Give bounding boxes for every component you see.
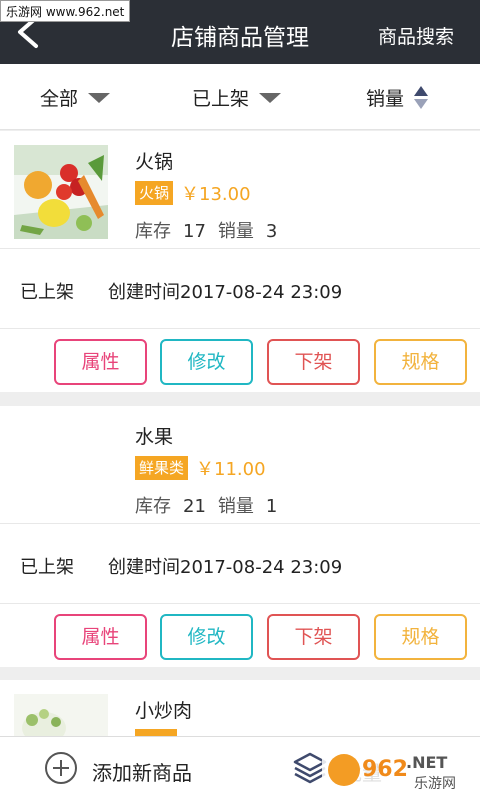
product-name: 水果 (135, 426, 174, 448)
specs-button[interactable]: 规格 (374, 614, 467, 660)
tag-row: 火锅 ￥13.00 (135, 180, 251, 206)
edit-button[interactable]: 修改 (160, 614, 253, 660)
product-thumbnail-dish (14, 694, 108, 736)
dropdown-arrow-icon (88, 92, 111, 103)
sales-value: 3 (265, 221, 278, 242)
sales-value: 1 (265, 496, 278, 517)
product-info[interactable]: 小炒肉 (0, 680, 480, 736)
tag-row-partial (135, 729, 177, 736)
bottom-toolbar: 添加新商品 批量 962 .NET 乐游网 (0, 736, 480, 800)
product-search-button[interactable]: 商品搜索 (378, 22, 454, 49)
listing-status: 已上架 (20, 282, 74, 303)
product-card: 小炒肉 (0, 680, 480, 736)
add-circle-icon[interactable] (44, 751, 78, 785)
tag-row: 鲜果类 ￥11.00 (135, 455, 266, 481)
status-row: 已上架 创建时间2017-08-24 23:09 (0, 249, 480, 329)
product-thumbnail-vegetables (14, 145, 108, 239)
created-time: 创建时间2017-08-24 23:09 (108, 282, 343, 303)
unlist-button[interactable]: 下架 (267, 614, 360, 660)
sort-by-sales[interactable]: 销量 (366, 84, 429, 111)
product-card: 火锅 火锅 ￥13.00 库存 17 销量 3 已上架 创建时间2017-08-24 … (0, 131, 480, 392)
sales-label: 销量 (217, 496, 254, 517)
stock-value: 17 (183, 221, 206, 242)
product-info[interactable]: 火锅 火锅 ￥13.00 库存 17 销量 3 (0, 131, 480, 249)
add-product-button[interactable]: 添加新商品 (92, 757, 192, 786)
action-buttons: 属性 修改 下架 规格 (0, 329, 480, 407)
product-card: 水果 鲜果类 ￥11.00 库存 21 销量 1 已上架 创建时间2017-08-24… (0, 406, 480, 667)
product-price: ￥11.00 (196, 459, 266, 480)
stock-sales-row: 库存 17 销量 3 (135, 217, 289, 243)
dropdown-arrow-icon (259, 92, 282, 103)
watermark-brand: 962 (362, 757, 408, 782)
watermark-suffix: .NET (406, 753, 447, 772)
created-time: 创建时间2017-08-24 23:09 (108, 557, 343, 578)
listing-status: 已上架 (20, 557, 74, 578)
watermark-text: 乐游网 www.962.net (0, 0, 131, 22)
specs-button[interactable]: 规格 (374, 339, 467, 385)
product-info[interactable]: 水果 鲜果类 ￥11.00 库存 21 销量 1 (0, 406, 480, 524)
product-name: 小炒肉 (135, 700, 193, 722)
stock-sales-row: 库存 21 销量 1 (135, 492, 289, 518)
stock-label: 库存 (135, 221, 171, 242)
filter-category-label: 全部 (40, 88, 79, 110)
sales-label: 销量 (217, 221, 254, 242)
sort-icon (414, 85, 429, 110)
category-tag-partial (135, 729, 177, 736)
product-name: 火锅 (135, 151, 174, 173)
filter-status[interactable]: 已上架 (192, 84, 282, 111)
filter-bar: 全部 已上架 销量 (0, 64, 480, 130)
status-row: 已上架 创建时间2017-08-24 23:09 (0, 524, 480, 604)
stock-label: 库存 (135, 496, 171, 517)
unlist-button[interactable]: 下架 (267, 339, 360, 385)
category-tag: 火锅 (135, 181, 174, 205)
product-price: ￥13.00 (181, 184, 251, 205)
category-tag: 鲜果类 (135, 456, 189, 480)
attributes-button[interactable]: 属性 (54, 614, 147, 660)
filter-status-label: 已上架 (192, 88, 250, 110)
edit-button[interactable]: 修改 (160, 339, 253, 385)
stock-value: 21 (183, 496, 206, 517)
sort-sales-label: 销量 (366, 88, 405, 110)
filter-category[interactable]: 全部 (40, 84, 111, 111)
watermark-logo: 962 .NET 乐游网 (322, 746, 472, 794)
attributes-button[interactable]: 属性 (54, 339, 147, 385)
action-buttons: 属性 修改 下架 规格 (0, 604, 480, 682)
watermark-sub: 乐游网 (414, 776, 456, 792)
